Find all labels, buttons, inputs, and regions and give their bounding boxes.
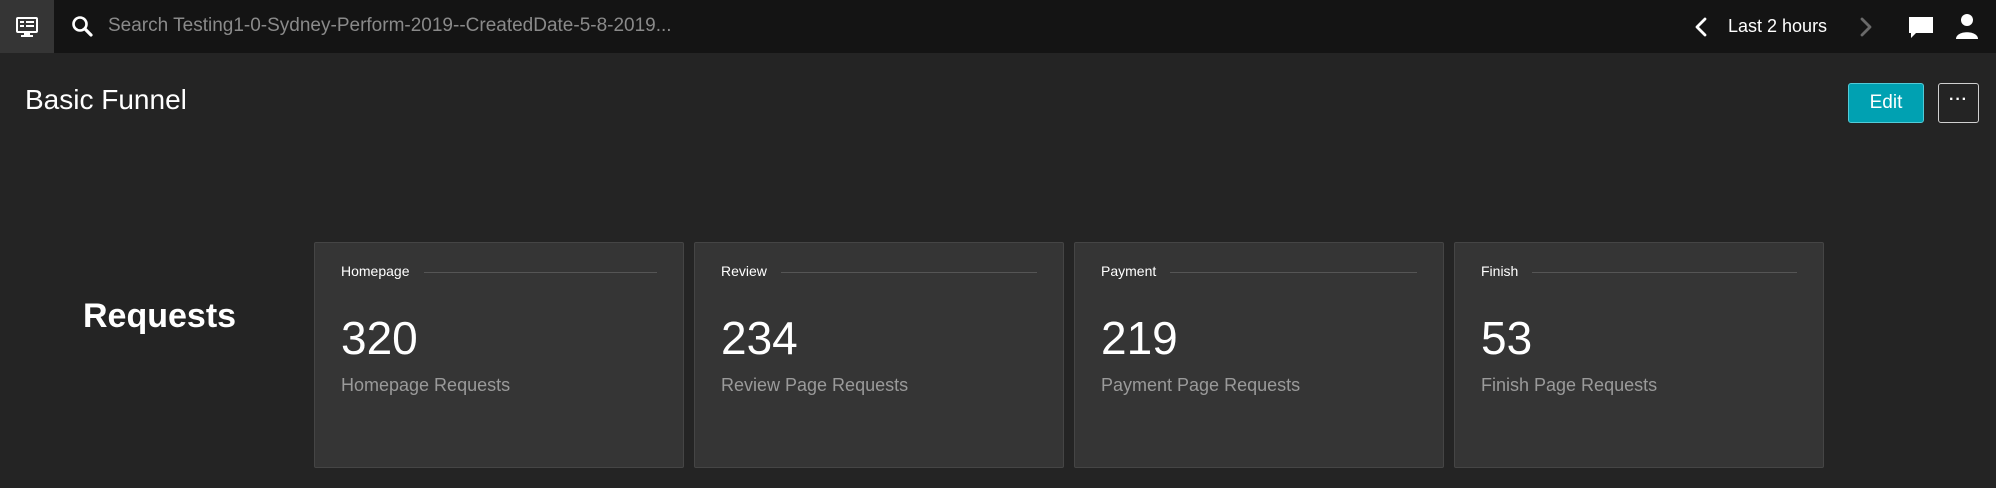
tile-header: Homepage (341, 263, 657, 279)
chevron-left-icon[interactable] (1686, 12, 1716, 42)
search-input[interactable] (108, 10, 1008, 42)
page-title: Basic Funnel (25, 84, 187, 115)
tile-title: Review (721, 263, 767, 279)
tile-divider (1170, 271, 1417, 273)
timeframe-selector[interactable]: Last 2 hours (1728, 13, 1827, 39)
edit-button[interactable]: Edit (1848, 83, 1924, 123)
tile-caption: Payment Page Requests (1101, 375, 1301, 395)
tile-divider (1532, 271, 1797, 273)
tile-caption: Homepage Requests (341, 375, 511, 395)
search-icon (72, 16, 93, 37)
tile-title: Payment (1101, 263, 1157, 279)
tile-value: 320 (341, 312, 418, 364)
chat-icon[interactable] (1906, 12, 1936, 42)
search-bar (54, 0, 1054, 53)
tile-value: 53 (1481, 312, 1533, 364)
top-bar: Last 2 hours (0, 0, 1996, 53)
menu-button[interactable] (0, 0, 54, 53)
tile-title: Finish (1481, 263, 1519, 279)
tile-divider (780, 271, 1037, 273)
tile-payment[interactable]: Payment 219 Payment Page Requests (1074, 242, 1444, 468)
tile-header: Payment (1101, 263, 1417, 279)
user-icon[interactable] (1952, 11, 1982, 41)
tile-title: Homepage (341, 263, 410, 279)
tile-divider (423, 271, 657, 273)
tile-review[interactable]: Review 234 Review Page Requests (694, 242, 1064, 468)
tile-homepage[interactable]: Homepage 320 Homepage Requests (314, 242, 684, 468)
tile-caption: Review Page Requests (721, 375, 909, 395)
tile-caption: Finish Page Requests (1481, 375, 1658, 395)
tile-value: 234 (721, 312, 798, 364)
tile-header: Review (721, 263, 1037, 279)
more-options-button[interactable]: ··· (1938, 83, 1979, 123)
tile-finish[interactable]: Finish 53 Finish Page Requests (1454, 242, 1824, 468)
tile-header: Finish (1481, 263, 1797, 279)
row-label-requests: Requests (83, 297, 237, 335)
tile-value: 219 (1101, 312, 1178, 364)
chevron-right-icon[interactable] (1851, 12, 1881, 42)
monitor-menu-icon (16, 16, 38, 37)
